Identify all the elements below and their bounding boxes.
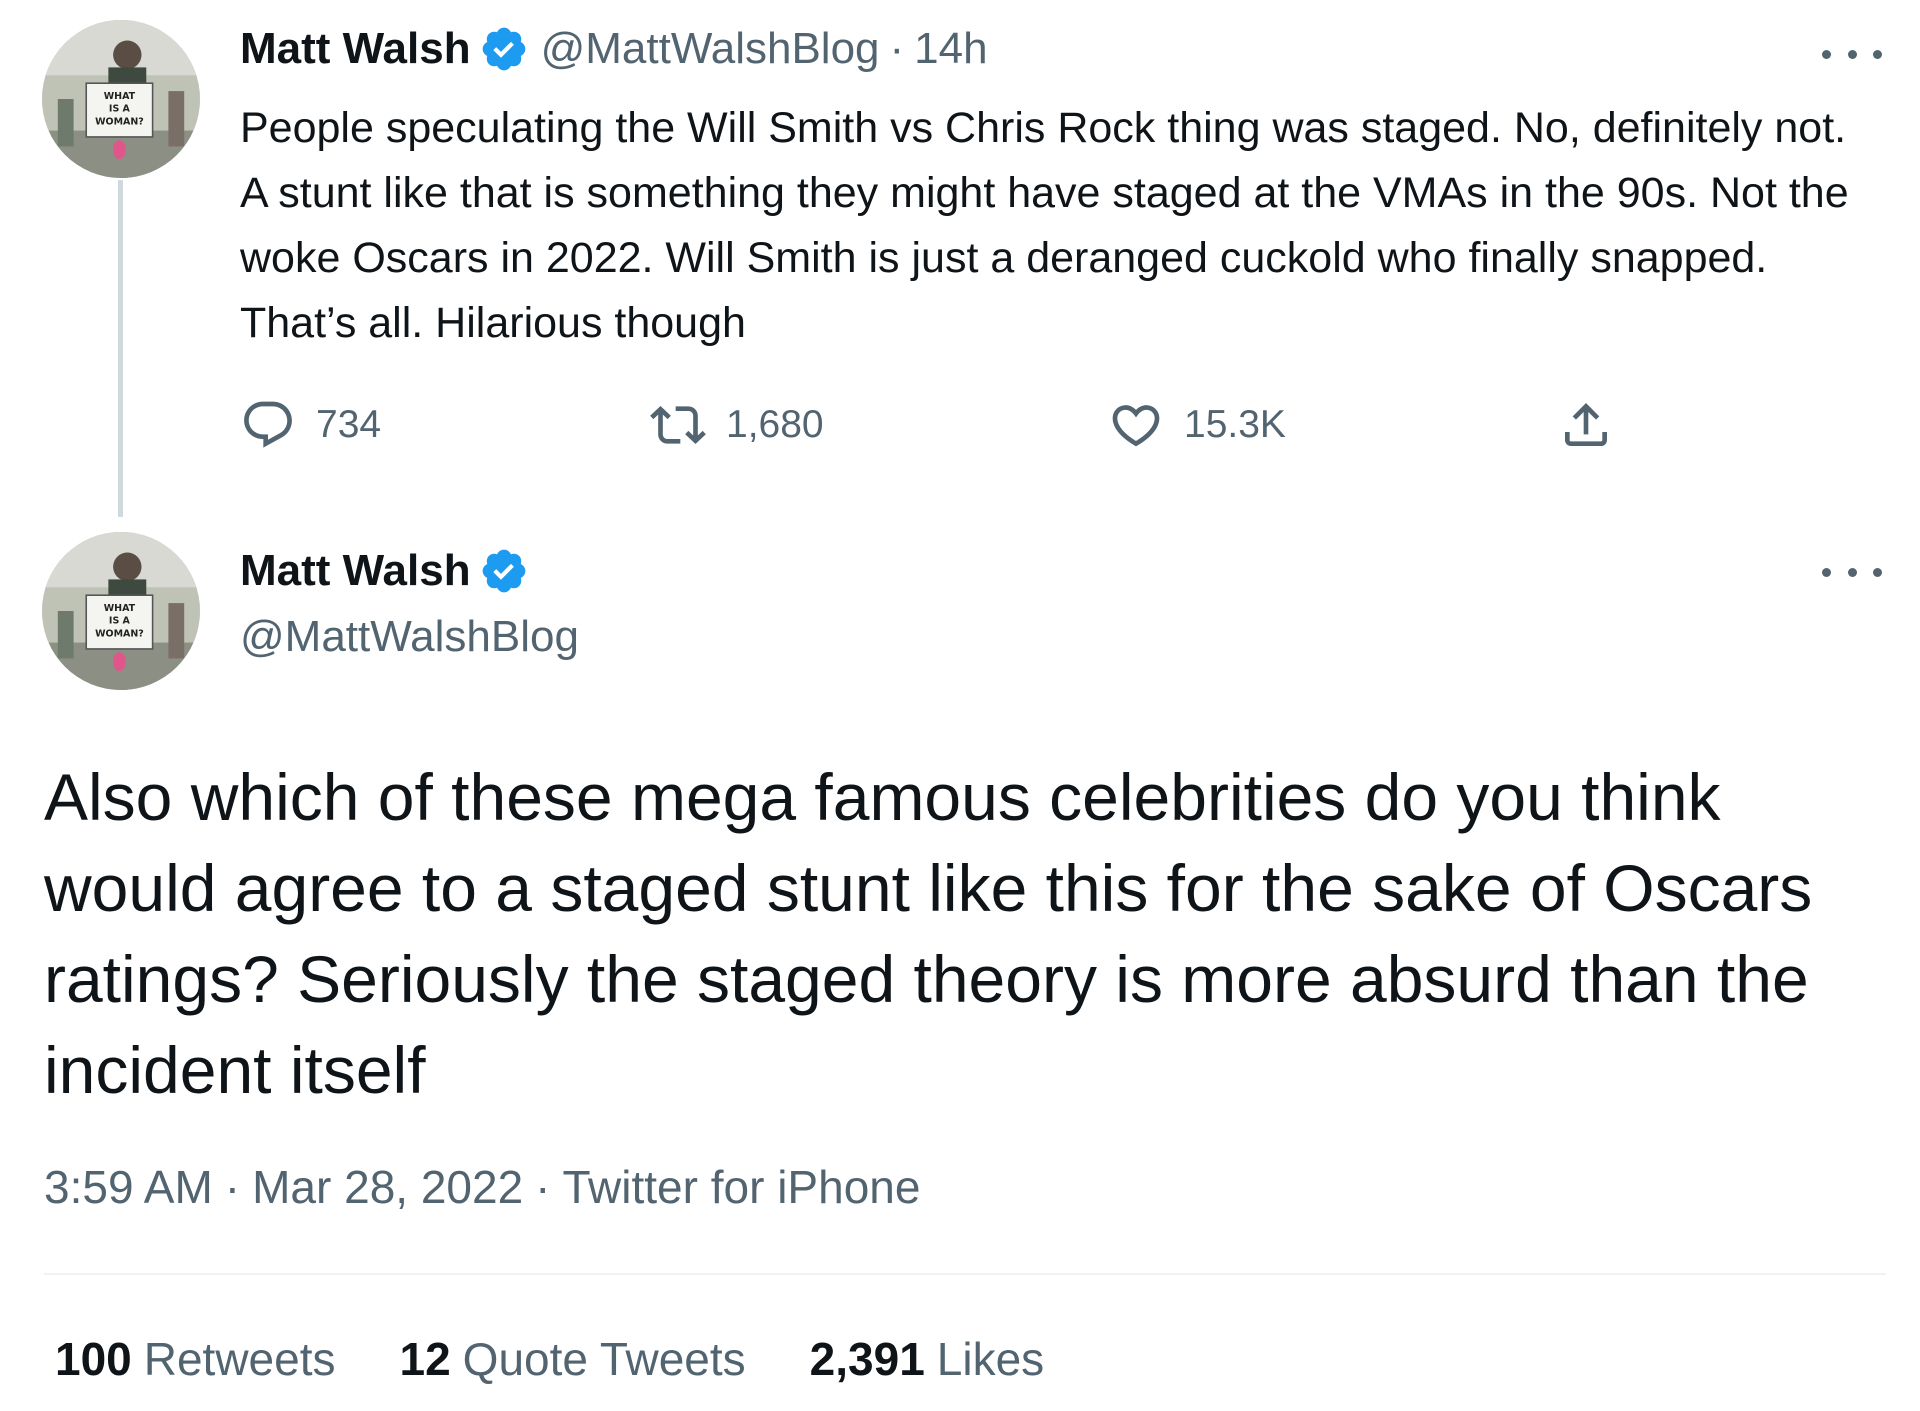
handle[interactable]: @MattWalshBlog <box>240 612 579 662</box>
handle[interactable]: @MattWalshBlog <box>541 24 880 74</box>
verified-badge-icon <box>479 24 529 74</box>
reply-count: 734 <box>316 403 382 446</box>
more-options-icon[interactable] <box>1822 562 1882 582</box>
stat-label: Quote Tweets <box>462 1333 746 1385</box>
stat-label: Retweets <box>143 1333 336 1385</box>
share-icon <box>1558 397 1614 453</box>
separator-dot: · <box>224 1161 241 1213</box>
avatar-image: WHAT IS A WOMAN? <box>42 20 200 178</box>
time-ago[interactable]: 14h <box>914 24 987 74</box>
share-button[interactable] <box>1558 395 1614 455</box>
display-name[interactable]: Matt Walsh <box>240 24 471 74</box>
like-button[interactable]: 15.3K <box>1108 395 1286 455</box>
avatar[interactable]: WHAT IS A WOMAN? <box>42 532 200 690</box>
svg-text:IS A: IS A <box>109 616 131 627</box>
retweet-button[interactable]: 1,680 <box>650 395 824 455</box>
stat-quote-tweets[interactable]: 12 Quote Tweets <box>400 1332 746 1386</box>
main-tweet-text: Also which of these mega famous celebrit… <box>44 760 1813 1107</box>
svg-text:IS A: IS A <box>109 104 131 115</box>
engagement-stats: 100 Retweets 12 Quote Tweets 2,391 Likes <box>55 1332 1108 1386</box>
like-count: 15.3K <box>1184 403 1286 446</box>
reply-button[interactable]: 734 <box>240 395 381 455</box>
verified-badge-icon <box>479 546 529 596</box>
tweet-source[interactable]: Twitter for iPhone <box>563 1160 921 1214</box>
stat-likes[interactable]: 2,391 Likes <box>810 1332 1045 1386</box>
parent-tweet-text: People speculating the Will Smith vs Chr… <box>240 104 1849 347</box>
reply-icon <box>240 397 296 453</box>
svg-text:WOMAN?: WOMAN? <box>95 116 144 127</box>
separator-dot: · <box>889 24 905 73</box>
tweet-time[interactable]: 3:59 AM <box>44 1160 213 1214</box>
svg-text:WOMAN?: WOMAN? <box>95 628 144 639</box>
stat-label: Likes <box>936 1333 1045 1385</box>
main-tweet-header: Matt Walsh <box>240 546 529 596</box>
avatar-image: WHAT IS A WOMAN? <box>42 532 200 690</box>
parent-tweet-header: Matt Walsh @MattWalshBlog · 14h <box>240 24 988 74</box>
svg-text:WHAT: WHAT <box>104 91 136 102</box>
svg-text:WHAT: WHAT <box>104 603 136 614</box>
retweet-icon <box>650 397 706 453</box>
avatar[interactable]: WHAT IS A WOMAN? <box>42 20 200 178</box>
stat-number: 100 <box>55 1333 132 1385</box>
stat-number: 12 <box>399 1333 451 1385</box>
display-name[interactable]: Matt Walsh <box>240 546 471 596</box>
divider <box>44 1273 1886 1275</box>
tweet-metadata: 3:59 AM · Mar 28, 2022 · Twitter for iPh… <box>44 1160 920 1214</box>
separator-dot: · <box>535 1161 551 1213</box>
thread-connector <box>118 180 123 517</box>
stat-retweets[interactable]: 100 Retweets <box>55 1332 336 1386</box>
heart-icon <box>1108 397 1164 453</box>
more-options-icon[interactable] <box>1822 44 1882 64</box>
stat-number: 2,391 <box>809 1333 925 1385</box>
tweet-date[interactable]: Mar 28, 2022 <box>252 1160 523 1214</box>
retweet-count: 1,680 <box>726 403 824 446</box>
